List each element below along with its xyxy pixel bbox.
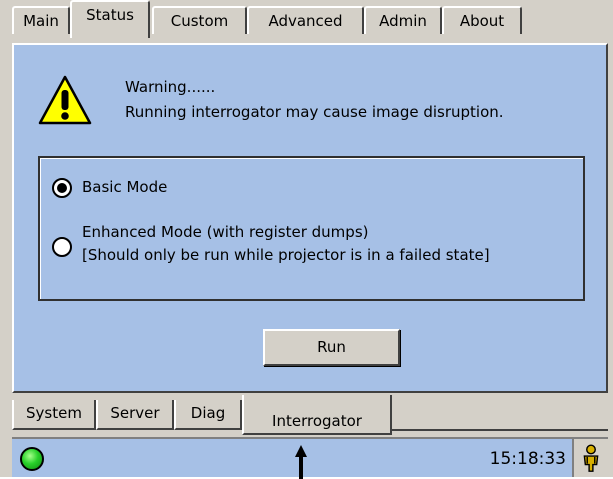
- mouse-cursor-icon: [295, 445, 307, 479]
- app-window: Main Status Custom Advanced Admin About …: [0, 0, 613, 479]
- tab-status[interactable]: Status: [70, 0, 150, 38]
- clock: 15:18:33: [489, 449, 566, 469]
- tab-about[interactable]: About: [442, 6, 522, 34]
- mode-group: Basic Mode Enhanced Mode (with register …: [38, 156, 585, 301]
- connection-status-icon: [20, 447, 44, 471]
- tab-diag[interactable]: Diag: [174, 400, 242, 430]
- tab-advanced[interactable]: Advanced: [247, 6, 364, 34]
- tab-custom[interactable]: Custom: [152, 6, 247, 34]
- basic-mode-label[interactable]: Basic Mode: [82, 178, 167, 196]
- user-button[interactable]: [572, 439, 608, 477]
- enhanced-mode-note[interactable]: [Should only be run while projector is i…: [82, 246, 490, 264]
- enhanced-mode-radio[interactable]: [52, 237, 72, 257]
- warning-message: Running interrogator may cause image dis…: [125, 103, 504, 121]
- tab-system[interactable]: System: [12, 400, 96, 430]
- tab-server[interactable]: Server: [96, 400, 174, 430]
- basic-mode-radio[interactable]: [52, 178, 72, 198]
- user-icon: [583, 444, 599, 472]
- enhanced-mode-label[interactable]: Enhanced Mode (with register dumps): [82, 223, 368, 241]
- run-button[interactable]: Run: [263, 329, 400, 366]
- tab-interrogator[interactable]: Interrogator: [242, 395, 392, 435]
- warning-triangle-icon: [38, 75, 92, 125]
- tab-main[interactable]: Main: [12, 6, 70, 34]
- status-bar: 15:18:33: [12, 437, 608, 477]
- warning-title: Warning......: [125, 78, 216, 96]
- tab-admin[interactable]: Admin: [364, 6, 442, 34]
- status-panel: Warning...... Running interrogator may c…: [12, 43, 608, 393]
- bottom-tab-divider: [392, 429, 608, 431]
